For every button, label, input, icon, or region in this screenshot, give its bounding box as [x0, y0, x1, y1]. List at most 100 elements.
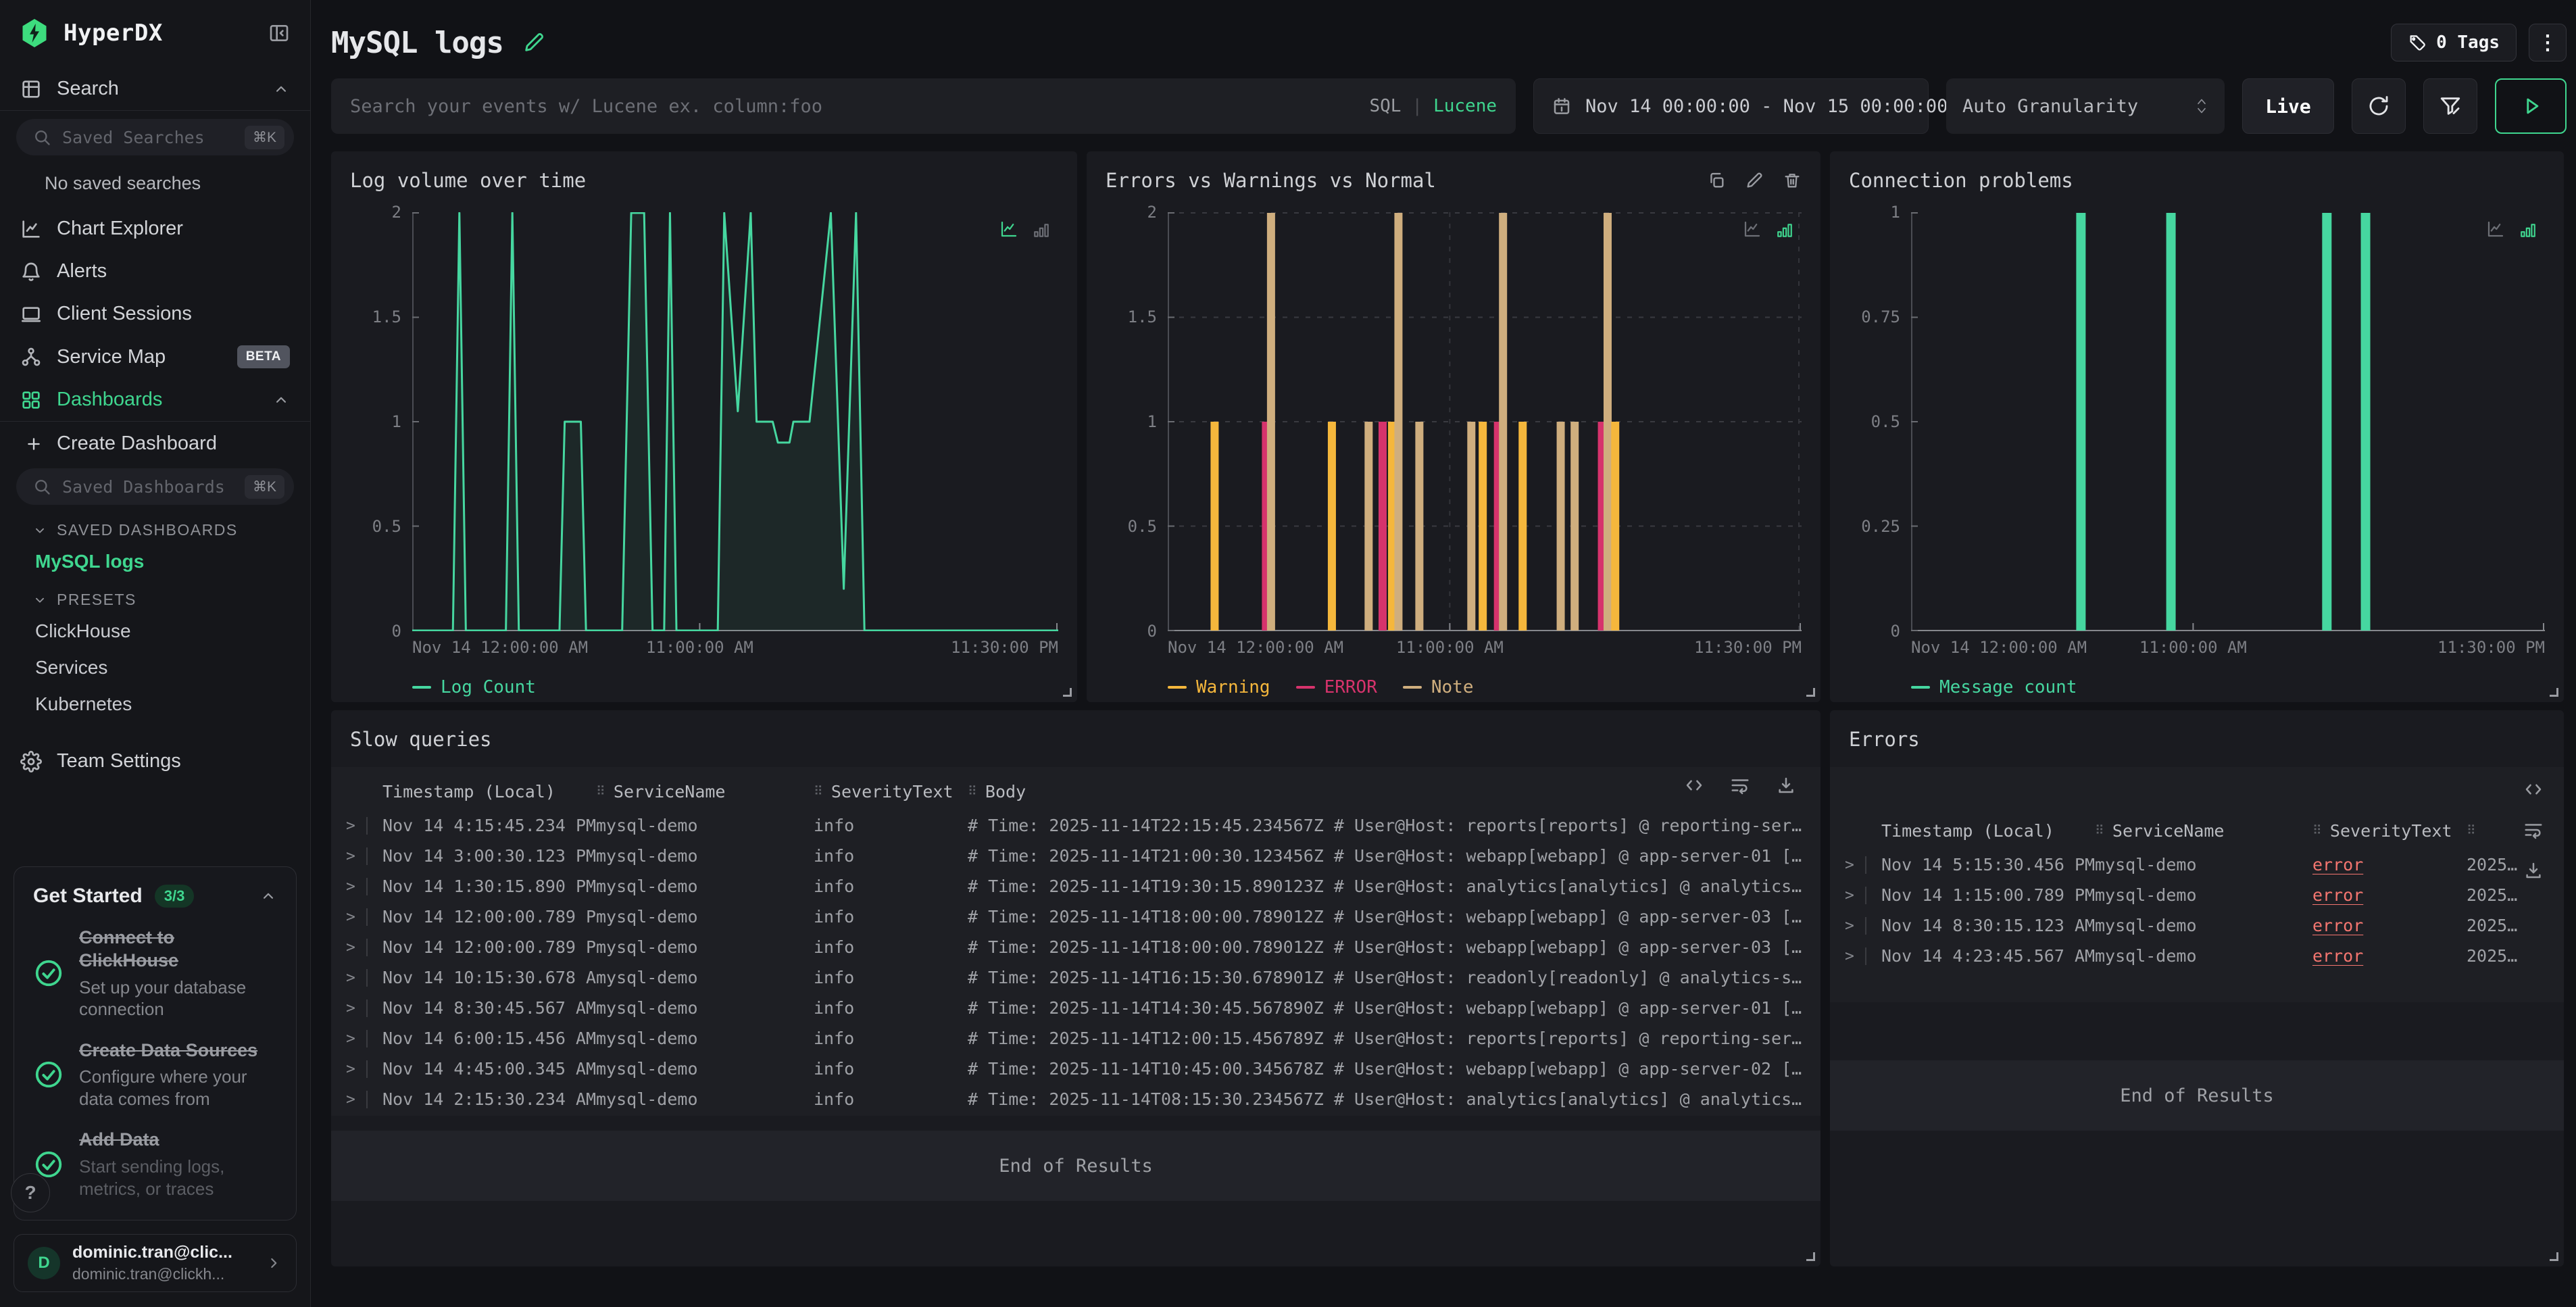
- legend-item[interactable]: Warning: [1168, 677, 1270, 697]
- sidebar-item-service-map[interactable]: Service Map BETA: [0, 335, 310, 378]
- chevron-up-icon[interactable]: [259, 887, 277, 905]
- download-icon[interactable]: [2523, 860, 2544, 881]
- column-header[interactable]: Timestamp (Local): [382, 782, 596, 802]
- get-started-step-sources[interactable]: Create Data Sources Configure where your…: [33, 1039, 277, 1110]
- saved-dashboards-input[interactable]: ⌘K: [16, 468, 294, 505]
- duplicate-panel-icon[interactable]: [1707, 171, 1726, 190]
- plot-area[interactable]: [412, 212, 1058, 631]
- user-menu[interactable]: D dominic.tran@clic... dominic.tran@clic…: [14, 1234, 297, 1292]
- saved-searches-input[interactable]: ⌘K: [16, 119, 294, 155]
- sidebar-collapse-icon[interactable]: [268, 22, 290, 44]
- lucene-toggle[interactable]: Lucene: [1433, 96, 1497, 116]
- edit-panel-icon[interactable]: [1745, 171, 1764, 190]
- bar-view-toggle[interactable]: [2519, 222, 2537, 239]
- plot-area[interactable]: [1911, 212, 2545, 631]
- saved-dashboards-field[interactable]: [62, 477, 234, 497]
- expand-row-icon[interactable]: >: [346, 847, 355, 865]
- expand-row-icon[interactable]: >: [1845, 856, 1854, 874]
- column-drag-handle-icon[interactable]: ⠿: [814, 784, 823, 799]
- resize-handle[interactable]: [1063, 688, 1072, 697]
- chevron-up-icon[interactable]: [272, 391, 290, 409]
- bar-view-toggle[interactable]: [1776, 222, 1793, 239]
- line-view-toggle[interactable]: [2485, 219, 2506, 239]
- table-row[interactable]: >Nov 14 2:15:30.234 AMmysql-demoinfo# Ti…: [331, 1084, 1820, 1114]
- table-row[interactable]: >Nov 14 8:30:45.567 AMmysql-demoinfo# Ti…: [331, 993, 1820, 1023]
- table-row[interactable]: >Nov 14 1:30:15.890 PMmysql-demoinfo# Ti…: [331, 871, 1820, 902]
- expand-row-icon[interactable]: >: [346, 878, 355, 895]
- resize-handle[interactable]: [1806, 1252, 1815, 1261]
- filter-button[interactable]: [2423, 78, 2477, 134]
- column-drag-handle-icon[interactable]: ⠿: [2312, 823, 2322, 838]
- resize-handle[interactable]: [2550, 1252, 2558, 1261]
- line-view-toggle[interactable]: [999, 219, 1019, 239]
- expand-row-icon[interactable]: >: [346, 969, 355, 987]
- column-header[interactable]: Timestamp (Local): [1881, 821, 2095, 841]
- tags-button[interactable]: 0 Tags: [2391, 24, 2517, 61]
- resize-handle[interactable]: [2550, 688, 2558, 697]
- legend-item[interactable]: Log Count: [412, 677, 536, 697]
- wrap-lines-icon[interactable]: [2523, 820, 2544, 840]
- refresh-button[interactable]: [2352, 78, 2406, 134]
- table-row[interactable]: >Nov 14 10:15:30.678 AMmysql-demoinfo# T…: [331, 962, 1820, 993]
- expand-row-icon[interactable]: >: [346, 1091, 355, 1108]
- table-row[interactable]: >Nov 14 5:15:30.456 PMmysql-demoerror202…: [1830, 849, 2564, 880]
- expand-row-icon[interactable]: >: [346, 908, 355, 926]
- date-range-picker[interactable]: Nov 14 00:00:00 - Nov 15 00:00:00: [1533, 78, 1929, 134]
- event-search-input[interactable]: [350, 96, 1369, 117]
- sql-toggle[interactable]: SQL: [1369, 96, 1401, 116]
- table-row[interactable]: >Nov 14 4:23:45.567 AMmysql-demoerror202…: [1830, 941, 2564, 971]
- plot-area[interactable]: [1168, 212, 1802, 631]
- download-icon[interactable]: [1776, 775, 1796, 795]
- preset-item-services[interactable]: Services: [0, 649, 310, 686]
- sidebar-item-search[interactable]: Search: [0, 68, 310, 110]
- column-drag-handle-icon[interactable]: ⠿: [968, 784, 977, 799]
- edit-title-icon[interactable]: [522, 31, 545, 54]
- table-row[interactable]: >Nov 14 1:15:00.789 PMmysql-demoerror202…: [1830, 880, 2564, 910]
- help-button[interactable]: ?: [11, 1173, 50, 1212]
- live-button[interactable]: Live: [2242, 78, 2334, 134]
- dashboard-item-mysql-logs[interactable]: MySQL logs: [0, 543, 310, 580]
- sidebar-item-team-settings[interactable]: Team Settings: [0, 740, 310, 783]
- get-started-step-add-data[interactable]: Add Data Start sending logs, metrics, or…: [33, 1129, 277, 1200]
- run-query-button[interactable]: [2495, 78, 2567, 134]
- sidebar-item-chart-explorer[interactable]: Chart Explorer: [0, 207, 310, 250]
- legend-item[interactable]: Message count: [1911, 677, 2077, 697]
- table-row[interactable]: >Nov 14 8:30:15.123 AMmysql-demoerror202…: [1830, 910, 2564, 941]
- create-dashboard-button[interactable]: Create Dashboard: [0, 422, 310, 460]
- bar-view-toggle[interactable]: [1033, 222, 1050, 239]
- expand-row-icon[interactable]: >: [1845, 887, 1854, 904]
- column-drag-handle-icon[interactable]: ⠿: [596, 784, 605, 799]
- line-view-toggle[interactable]: [1742, 219, 1762, 239]
- expand-row-icon[interactable]: >: [1845, 947, 1854, 965]
- expand-row-icon[interactable]: >: [346, 1030, 355, 1047]
- preset-item-kubernetes[interactable]: Kubernetes: [0, 686, 310, 722]
- table-row[interactable]: >Nov 14 6:00:15.456 AMmysql-demoinfo# Ti…: [331, 1023, 1820, 1054]
- column-header[interactable]: ⠿SeverityText: [2312, 821, 2467, 841]
- expand-row-icon[interactable]: >: [346, 1060, 355, 1078]
- table-row[interactable]: >Nov 14 12:00:00.789 PMmysql-demoinfo# T…: [331, 932, 1820, 962]
- saved-searches-field[interactable]: [62, 128, 234, 147]
- sidebar-item-dashboards[interactable]: Dashboards: [0, 378, 310, 421]
- preset-item-clickhouse[interactable]: ClickHouse: [0, 613, 310, 649]
- table-row[interactable]: >Nov 14 4:45:00.345 AMmysql-demoinfo# Ti…: [331, 1054, 1820, 1084]
- view-source-icon[interactable]: [1684, 775, 1704, 795]
- wrap-lines-icon[interactable]: [1730, 775, 1750, 795]
- column-header[interactable]: ⠿ServiceName: [596, 782, 814, 802]
- chevron-up-icon[interactable]: [272, 80, 290, 98]
- expand-row-icon[interactable]: >: [346, 939, 355, 956]
- expand-row-icon[interactable]: >: [1845, 917, 1854, 935]
- view-source-icon[interactable]: [2523, 779, 2544, 799]
- legend-item[interactable]: Note: [1403, 677, 1474, 697]
- table-row[interactable]: >Nov 14 12:00:00.789 PMmysql-demoinfo# T…: [331, 902, 1820, 932]
- presets-group[interactable]: PRESETS: [0, 580, 310, 613]
- table-row[interactable]: >Nov 14 3:00:30.123 PMmysql-demoinfo# Ti…: [331, 841, 1820, 871]
- expand-row-icon[interactable]: >: [346, 1000, 355, 1017]
- column-header[interactable]: ⠿ServiceName: [2095, 821, 2312, 841]
- legend-item[interactable]: ERROR: [1296, 677, 1377, 697]
- table-row[interactable]: >Nov 14 4:15:45.234 PMmysql-demoinfo# Ti…: [331, 810, 1820, 841]
- granularity-select[interactable]: Auto Granularity: [1946, 78, 2225, 134]
- column-header[interactable]: ⠿: [2467, 823, 2564, 838]
- column-header[interactable]: ⠿SeverityText: [814, 782, 968, 802]
- sidebar-item-client-sessions[interactable]: Client Sessions: [0, 293, 310, 335]
- expand-row-icon[interactable]: >: [346, 817, 355, 835]
